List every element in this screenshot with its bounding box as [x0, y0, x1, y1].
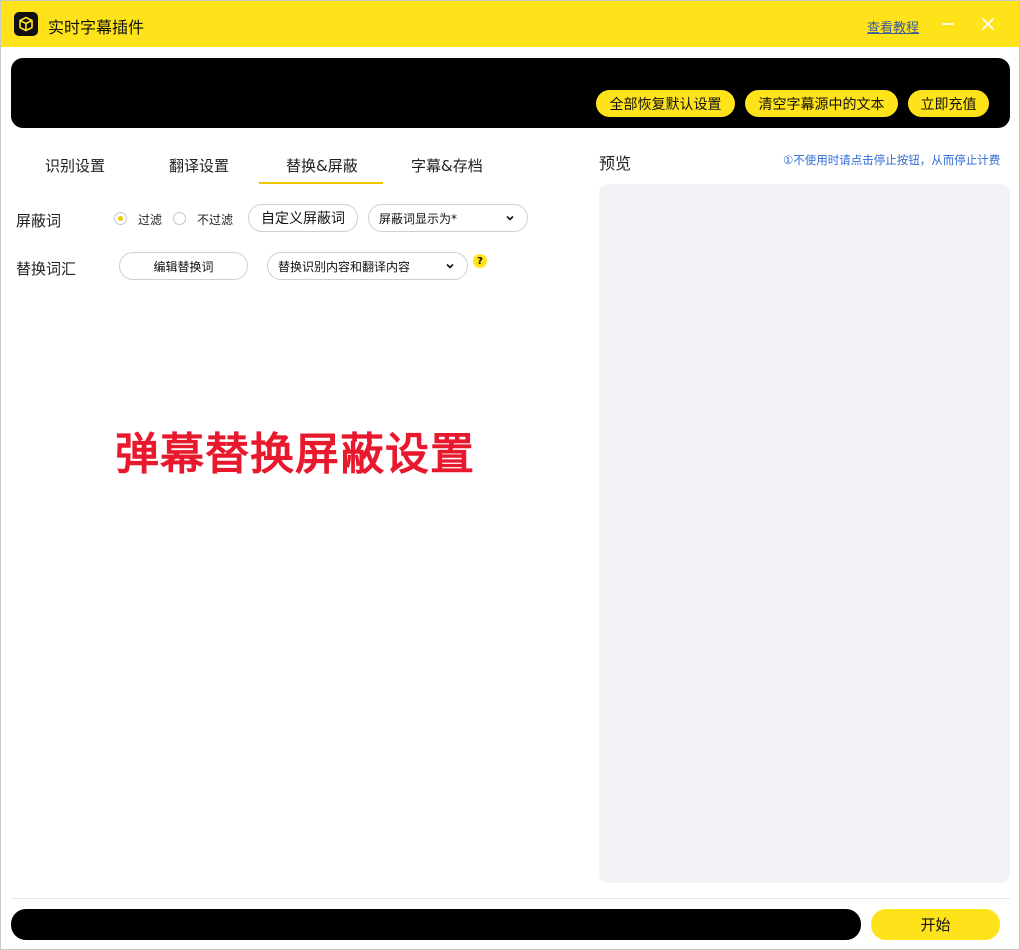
- edit-replace-words-button[interactable]: 编辑替换词: [119, 252, 248, 280]
- billing-tip: ①不使用时请点击停止按钮，从而停止计费: [783, 153, 1001, 167]
- recharge-button[interactable]: 立即充值: [908, 90, 989, 117]
- replace-scope-value: 替换识别内容和翻译内容: [278, 259, 411, 274]
- preview-area: [599, 184, 1010, 883]
- tab-translation-settings[interactable]: 翻译设置: [169, 155, 229, 176]
- help-icon[interactable]: ?: [473, 254, 487, 268]
- replace-scope-select[interactable]: 替换识别内容和翻译内容: [267, 252, 468, 280]
- minimize-button[interactable]: [935, 11, 961, 37]
- box-icon: [14, 12, 38, 36]
- block-word-display-value: 屏蔽词显示为*: [379, 211, 458, 226]
- tutorial-link[interactable]: 查看教程: [867, 17, 919, 36]
- block-word-display-select[interactable]: 屏蔽词显示为*: [368, 204, 528, 232]
- close-icon: [981, 17, 995, 31]
- custom-block-words-button[interactable]: 自定义屏蔽词: [248, 204, 358, 232]
- tab-recognition-settings[interactable]: 识别设置: [45, 155, 105, 176]
- chevron-down-icon: [506, 215, 514, 221]
- footer-divider: [11, 898, 1010, 899]
- app-title: 实时字幕插件: [48, 18, 145, 37]
- active-tab-indicator: [259, 182, 383, 184]
- filter-radio-label[interactable]: 过滤: [138, 211, 162, 228]
- subtitle-banner: 全部恢复默认设置 清空字幕源中的文本 立即充值: [11, 58, 1010, 128]
- block-words-label: 屏蔽词: [16, 212, 62, 230]
- close-button[interactable]: [975, 11, 1001, 37]
- title-bar: 实时字幕插件 查看教程: [1, 1, 1019, 47]
- tab-replace-block[interactable]: 替换&屏蔽: [286, 155, 358, 176]
- replace-words-label: 替换词汇: [16, 260, 77, 278]
- chevron-down-icon: [446, 263, 454, 269]
- reset-defaults-button[interactable]: 全部恢复默认设置: [596, 90, 735, 117]
- filter-radio[interactable]: [114, 212, 127, 225]
- footer-status-bar: [11, 909, 861, 940]
- minimize-icon: [942, 23, 954, 25]
- app-window: 实时字幕插件 查看教程 全部恢复默认设置 清空字幕源中的文本 立即充值 识别设置…: [0, 0, 1020, 950]
- no-filter-radio-label[interactable]: 不过滤: [197, 211, 233, 228]
- overlay-caption: 弹幕替换屏蔽设置: [115, 429, 475, 480]
- no-filter-radio[interactable]: [173, 212, 186, 225]
- start-button[interactable]: 开始: [871, 909, 1000, 940]
- tab-subtitle-archive[interactable]: 字幕&存档: [411, 155, 483, 176]
- clear-subtitle-text-button[interactable]: 清空字幕源中的文本: [745, 90, 898, 117]
- preview-title: 预览: [599, 154, 632, 173]
